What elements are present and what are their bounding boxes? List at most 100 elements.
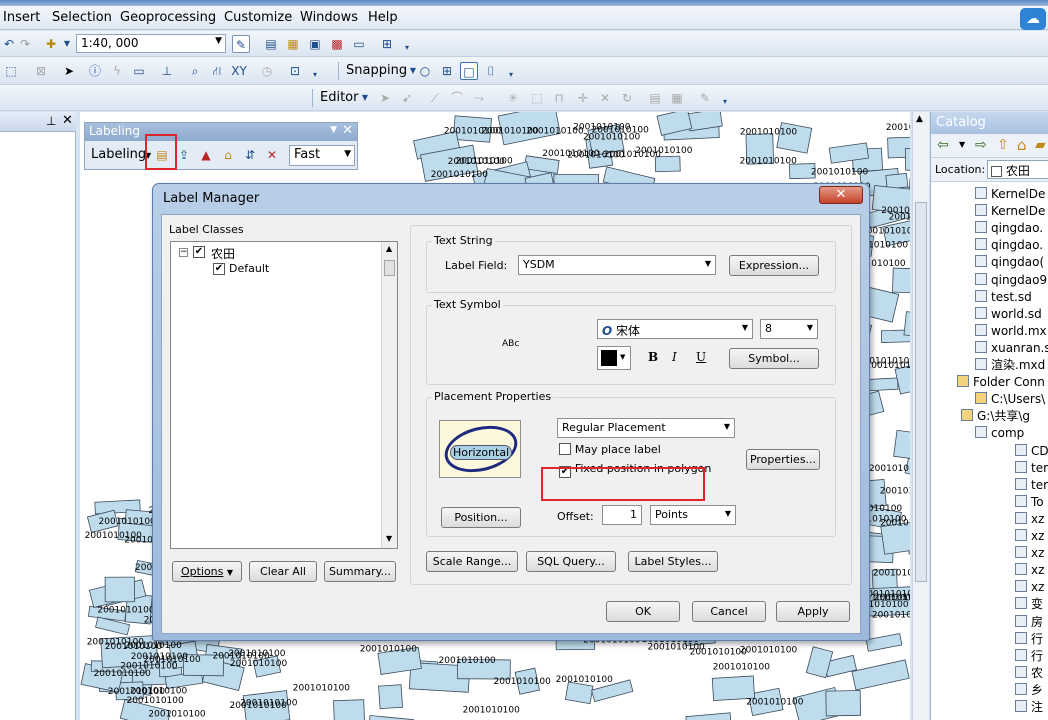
up-folder-icon[interactable]: ⇧ [997, 137, 1009, 153]
catalog-item[interactable]: xz [1015, 579, 1044, 596]
back-dropdown-icon[interactable]: ▼ [959, 140, 965, 149]
cloud-sync-icon[interactable]: ☁ [1020, 8, 1046, 30]
find-icon[interactable]: ⌕ [186, 62, 204, 80]
python-window-icon[interactable]: ▭ [350, 35, 368, 53]
catalog-item[interactable]: qingdao. [975, 220, 1043, 237]
label-weight-ranking-icon[interactable]: ⇵ [241, 146, 259, 164]
measure-icon[interactable]: ⊥ [158, 62, 176, 80]
scroll-up-icon[interactable]: ▲ [916, 114, 923, 124]
reshape-icon[interactable]: ⊓ [550, 89, 568, 107]
hyperlink-icon[interactable]: ϟ [108, 62, 126, 80]
back-icon[interactable]: ⇦ [937, 137, 949, 153]
options-button[interactable]: Options ▼ [172, 561, 242, 582]
scale-range-button[interactable]: Scale Range... [426, 551, 518, 572]
menu-customize[interactable]: Customize [224, 10, 292, 25]
catalog-item[interactable]: xz [1015, 545, 1044, 562]
tree-class-name[interactable]: Default [229, 262, 269, 275]
catalog-item[interactable]: 房 [1015, 614, 1043, 631]
apply-button[interactable]: Apply [776, 601, 850, 622]
connect-folder-icon[interactable]: ▰ [1035, 137, 1046, 153]
model-builder-icon[interactable]: ⊞ [378, 35, 396, 53]
scroll-thumb[interactable] [915, 202, 927, 582]
tools-toolbar-options-icon[interactable]: ▾ [306, 66, 324, 84]
sketch-properties-icon[interactable]: ▦ [668, 89, 686, 107]
edit-annotation-icon[interactable]: ➹ [398, 89, 416, 107]
time-slider-icon[interactable]: ◷ [258, 62, 276, 80]
scroll-up-icon[interactable]: ▲ [386, 244, 392, 253]
point-snapping-icon[interactable]: ○ [416, 62, 434, 80]
editor-toolbar-options-icon[interactable]: ▾ [716, 93, 734, 111]
forward-icon[interactable]: ⇨ [975, 137, 987, 153]
map-scale-combo[interactable]: 1:40, 000 ▼ [76, 34, 226, 53]
class-checkbox[interactable]: ✔ [213, 263, 225, 275]
summary-button[interactable]: Summary... [324, 561, 396, 582]
editor-dropdown-icon[interactable]: ▼ [356, 89, 374, 107]
toolbar-options-icon[interactable]: ▾ [398, 39, 416, 57]
map-vertical-scrollbar[interactable]: ▲ [912, 112, 929, 720]
catalog-item[interactable]: To [1015, 494, 1044, 511]
clear-all-button[interactable]: Clear All [249, 561, 317, 582]
menu-selection[interactable]: Selection [52, 10, 112, 25]
editor-menu[interactable]: Editor [320, 90, 358, 105]
labeling-mode-combo[interactable]: Fast ▼ [289, 145, 355, 166]
label-field-dropdown[interactable]: YSDM ▼ [518, 255, 716, 275]
bold-button[interactable]: B [648, 350, 658, 364]
catalog-item[interactable]: KernelDe [975, 203, 1045, 220]
catalog-item[interactable]: world.sd [975, 306, 1042, 323]
cancel-button[interactable]: Cancel [692, 601, 766, 622]
may-place-outside-checkbox[interactable] [559, 443, 571, 455]
scroll-thumb[interactable] [384, 260, 395, 276]
text-color-picker[interactable]: ▼ [597, 346, 631, 370]
labeling-menu[interactable]: Labeling [91, 147, 146, 162]
edit-vertices-icon[interactable]: ⬚ [528, 89, 546, 107]
catalog-item[interactable]: CD [1015, 443, 1048, 460]
toolbar-menu-icon[interactable]: ▼ [330, 125, 337, 135]
catalog-item[interactable]: qingdao9 [975, 272, 1047, 289]
attributes-icon[interactable]: ▤ [646, 89, 664, 107]
catalog-item[interactable]: 渲染.mxd [975, 357, 1045, 374]
catalog-item[interactable]: xuanran.s [975, 340, 1048, 357]
catalog-item[interactable]: comp [975, 425, 1024, 442]
menu-help[interactable]: Help [368, 10, 398, 25]
identify-icon[interactable]: ⓘ [86, 62, 104, 80]
location-field[interactable]: 农田 [987, 160, 1048, 179]
view-unplaced-labels-icon[interactable]: ⌂ [219, 146, 237, 164]
ok-button[interactable]: OK [606, 601, 680, 622]
catalog-item[interactable]: xz [1015, 562, 1044, 579]
catalog-item[interactable]: 注 [1015, 699, 1043, 716]
catalog-item[interactable]: KernelDe [975, 186, 1045, 203]
catalog-item[interactable]: qingdao. [975, 237, 1043, 254]
pin-icon[interactable]: ⊥ [46, 114, 56, 128]
tree-layer-name[interactable]: 农田 [211, 245, 235, 262]
add-data-dropdown-icon[interactable]: ▼ [58, 35, 76, 53]
menu-insert[interactable]: Insert [3, 10, 40, 25]
trace-icon[interactable]: ⤳ [470, 89, 488, 107]
close-icon[interactable]: ✕ [342, 123, 353, 138]
catalog-item[interactable]: ter [1015, 460, 1048, 477]
go-to-xy-icon[interactable]: XY [230, 62, 248, 80]
edge-snapping-icon[interactable]: ⌷ [482, 62, 500, 80]
select-features-icon[interactable]: ⬚ [2, 62, 20, 80]
find-route-icon[interactable]: ⛙ [208, 62, 226, 80]
dialog-close-button[interactable]: ✕ [819, 186, 863, 204]
home-icon[interactable]: ⌂ [1017, 136, 1027, 154]
clear-selection-icon[interactable]: ⊠ [32, 62, 50, 80]
html-popup-icon[interactable]: ▭ [130, 62, 148, 80]
straight-segment-icon[interactable]: ⟋ [426, 89, 444, 107]
label-priority-ranking-icon[interactable]: ✕ [263, 146, 281, 164]
collapse-icon[interactable]: − [179, 248, 188, 257]
placement-dropdown[interactable]: Regular Placement ▼ [557, 418, 735, 438]
underline-button[interactable]: U [696, 350, 706, 364]
catalog-item[interactable]: 行 [1015, 631, 1043, 648]
catalog-item[interactable]: test.sd [975, 289, 1032, 306]
cut-polygons-icon[interactable]: ✛ [574, 89, 592, 107]
rotate-icon[interactable]: ↻ [618, 89, 636, 107]
point-icon[interactable]: ✳ [504, 89, 522, 107]
catalog-item[interactable]: 农 [1015, 665, 1043, 682]
search-window-icon[interactable]: ▣ [306, 35, 324, 53]
scroll-down-icon[interactable]: ▼ [386, 534, 392, 543]
offset-unit-dropdown[interactable]: Points ▼ [650, 505, 736, 525]
snapping-menu[interactable]: Snapping [346, 63, 407, 78]
catalog-item[interactable]: G:\共享\g [961, 408, 1030, 425]
split-icon[interactable]: ✕ [596, 89, 614, 107]
